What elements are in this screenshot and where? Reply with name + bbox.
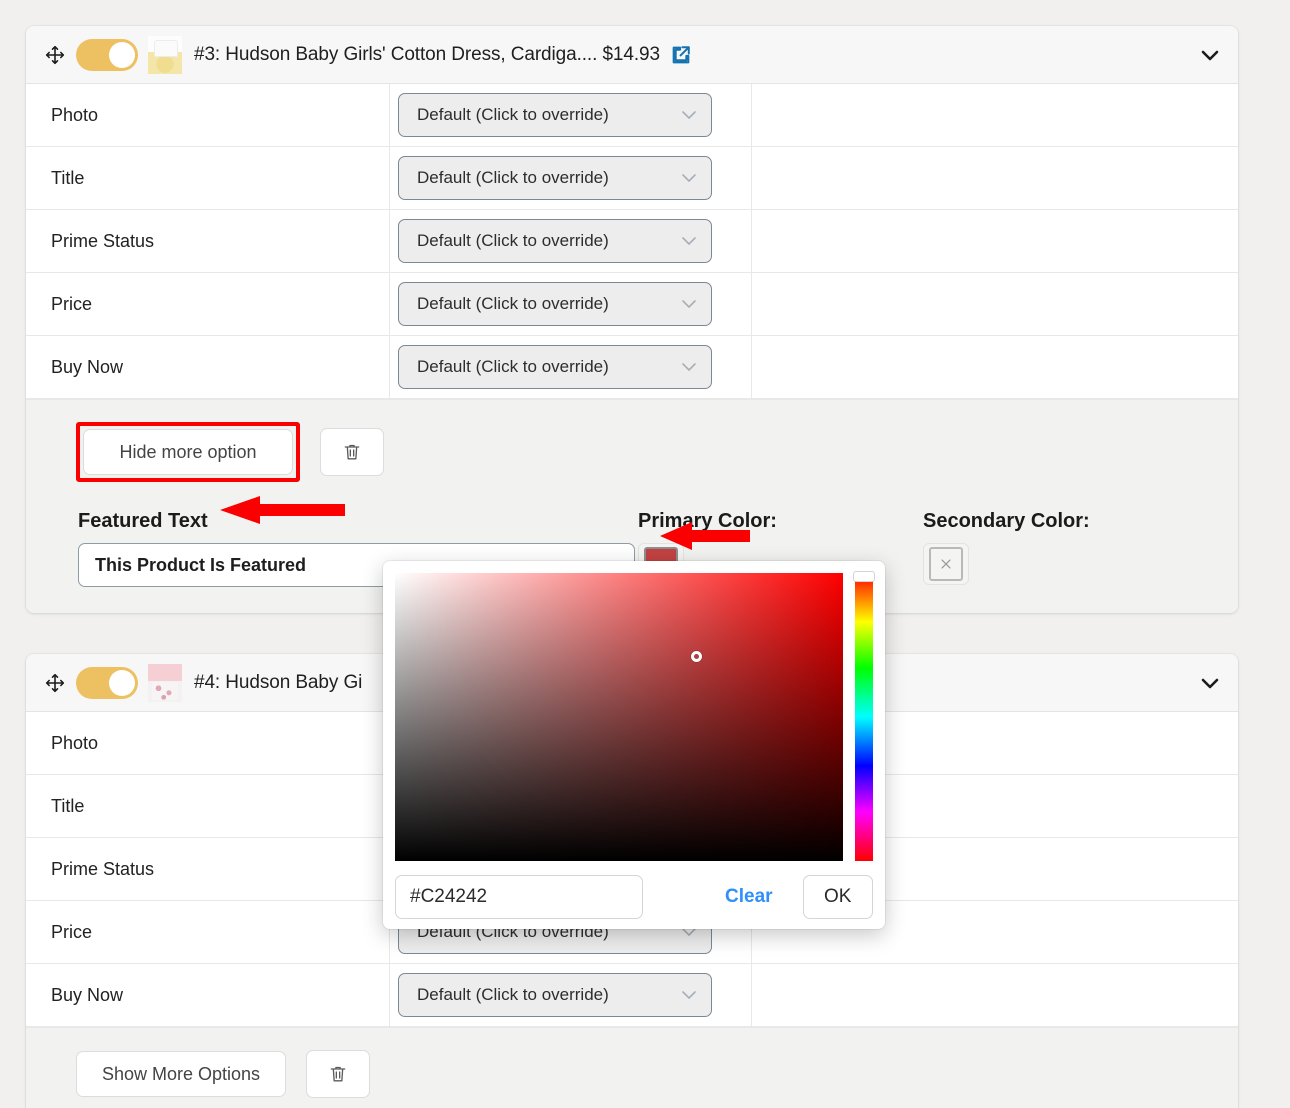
- override-select-buy-now[interactable]: Default (Click to override): [398, 345, 712, 389]
- row-extra-cell: [752, 147, 1238, 209]
- featured-text-label: Featured Text: [78, 510, 208, 532]
- row-label: Title: [26, 775, 390, 837]
- product-title-3: #3: Hudson Baby Girls' Cotton Dress, Car…: [194, 43, 660, 65]
- collapse-card-4-button[interactable]: [1182, 654, 1238, 711]
- select-value: Default (Click to override): [417, 985, 609, 1004]
- chevron-down-icon: [681, 297, 697, 312]
- row-label: Prime Status: [26, 210, 390, 272]
- select-value: Default (Click to override): [417, 105, 609, 124]
- delete-product-3-button[interactable]: [320, 428, 384, 476]
- table-row: Buy Now Default (Click to override): [26, 336, 1238, 399]
- product-thumbnail-3: [148, 35, 182, 74]
- override-select-price[interactable]: Default (Click to override): [398, 282, 712, 326]
- row-label: Photo: [26, 712, 390, 774]
- chevron-down-icon: [681, 108, 697, 123]
- chevron-down-icon: [681, 171, 697, 186]
- product-card-3-header[interactable]: #3: Hudson Baby Girls' Cotton Dress, Car…: [26, 26, 1238, 84]
- ok-button[interactable]: OK: [802, 875, 873, 919]
- override-select-buy-now[interactable]: Default (Click to override): [398, 973, 712, 1017]
- hex-color-input[interactable]: [395, 875, 643, 919]
- row-extra-cell: [752, 210, 1238, 272]
- hue-slider[interactable]: [853, 571, 875, 861]
- table-row: Photo Default (Click to override): [26, 84, 1238, 147]
- chevron-down-icon: [681, 988, 697, 1003]
- row-label: Photo: [26, 84, 390, 146]
- saturation-cursor[interactable]: [691, 651, 702, 662]
- row-label: Price: [26, 273, 390, 335]
- product-enable-toggle-3[interactable]: [76, 38, 138, 71]
- primary-color-label: Primary Color:: [638, 510, 777, 532]
- row-extra-cell: [752, 964, 1238, 1026]
- clear-color-button[interactable]: Clear: [719, 885, 779, 909]
- row-label: Price: [26, 901, 390, 963]
- secondary-color-swatch-button[interactable]: [923, 543, 969, 585]
- screen-root: #3: Hudson Baby Girls' Cotton Dress, Car…: [0, 0, 1290, 1108]
- select-value: Default (Click to override): [417, 168, 609, 187]
- move-arrows-icon[interactable]: [44, 44, 66, 66]
- table-row: Price Default (Click to override): [26, 273, 1238, 336]
- row-control-cell: Default (Click to override): [390, 84, 752, 146]
- row-control-cell: Default (Click to override): [390, 147, 752, 209]
- footer-button-row: Show More Options: [26, 1050, 1238, 1098]
- move-arrows-icon[interactable]: [44, 672, 66, 694]
- select-value: Default (Click to override): [417, 231, 609, 250]
- secondary-color-swatch: [929, 547, 963, 581]
- row-control-cell: Default (Click to override): [390, 964, 752, 1026]
- chevron-down-icon: [681, 234, 697, 249]
- row-label: Prime Status: [26, 838, 390, 900]
- toggle-knob: [109, 669, 135, 696]
- color-picker-dialog: Clear OK: [383, 561, 885, 929]
- table-row: Buy Now Default (Click to override): [26, 964, 1238, 1027]
- hide-more-option-button[interactable]: Hide more option: [83, 429, 293, 475]
- product-card-4-footer: Show More Options: [26, 1027, 1238, 1108]
- product-title-4: #4: Hudson Baby Gi: [194, 671, 363, 693]
- hue-slider-handle[interactable]: [853, 571, 875, 582]
- row-extra-cell: [752, 336, 1238, 398]
- select-value: Default (Click to override): [417, 294, 609, 313]
- saturation-value-area[interactable]: [395, 573, 843, 861]
- collapse-card-3-button[interactable]: [1182, 26, 1238, 83]
- external-link-icon[interactable]: [670, 44, 692, 66]
- select-value: Default (Click to override): [417, 357, 609, 376]
- product-enable-toggle-4[interactable]: [76, 666, 138, 699]
- row-control-cell: Default (Click to override): [390, 210, 752, 272]
- chevron-down-icon: [681, 360, 697, 375]
- row-control-cell: Default (Click to override): [390, 273, 752, 335]
- color-picker-controls: Clear OK: [395, 875, 873, 919]
- secondary-color-label: Secondary Color:: [923, 510, 1090, 532]
- product-card-3: #3: Hudson Baby Girls' Cotton Dress, Car…: [26, 26, 1238, 613]
- row-extra-cell: [752, 84, 1238, 146]
- row-label: Title: [26, 147, 390, 209]
- x-icon: [941, 559, 951, 569]
- override-select-photo[interactable]: Default (Click to override): [398, 93, 712, 137]
- hide-more-option-highlight: Hide more option: [76, 422, 300, 482]
- row-control-cell: Default (Click to override): [390, 336, 752, 398]
- row-label: Buy Now: [26, 336, 390, 398]
- table-row: Title Default (Click to override): [26, 147, 1238, 210]
- show-more-options-button[interactable]: Show More Options: [76, 1051, 286, 1097]
- table-row: Prime Status Default (Click to override): [26, 210, 1238, 273]
- delete-product-4-button[interactable]: [306, 1050, 370, 1098]
- footer-button-row: Hide more option: [26, 422, 1238, 482]
- override-select-title[interactable]: Default (Click to override): [398, 156, 712, 200]
- row-extra-cell: [752, 273, 1238, 335]
- toggle-knob: [109, 41, 135, 68]
- override-select-prime-status[interactable]: Default (Click to override): [398, 219, 712, 263]
- product-thumbnail-4: [148, 663, 182, 702]
- color-picker-canvas-row: [395, 571, 875, 861]
- secondary-color-group: Secondary Color:: [923, 510, 1090, 585]
- row-label: Buy Now: [26, 964, 390, 1026]
